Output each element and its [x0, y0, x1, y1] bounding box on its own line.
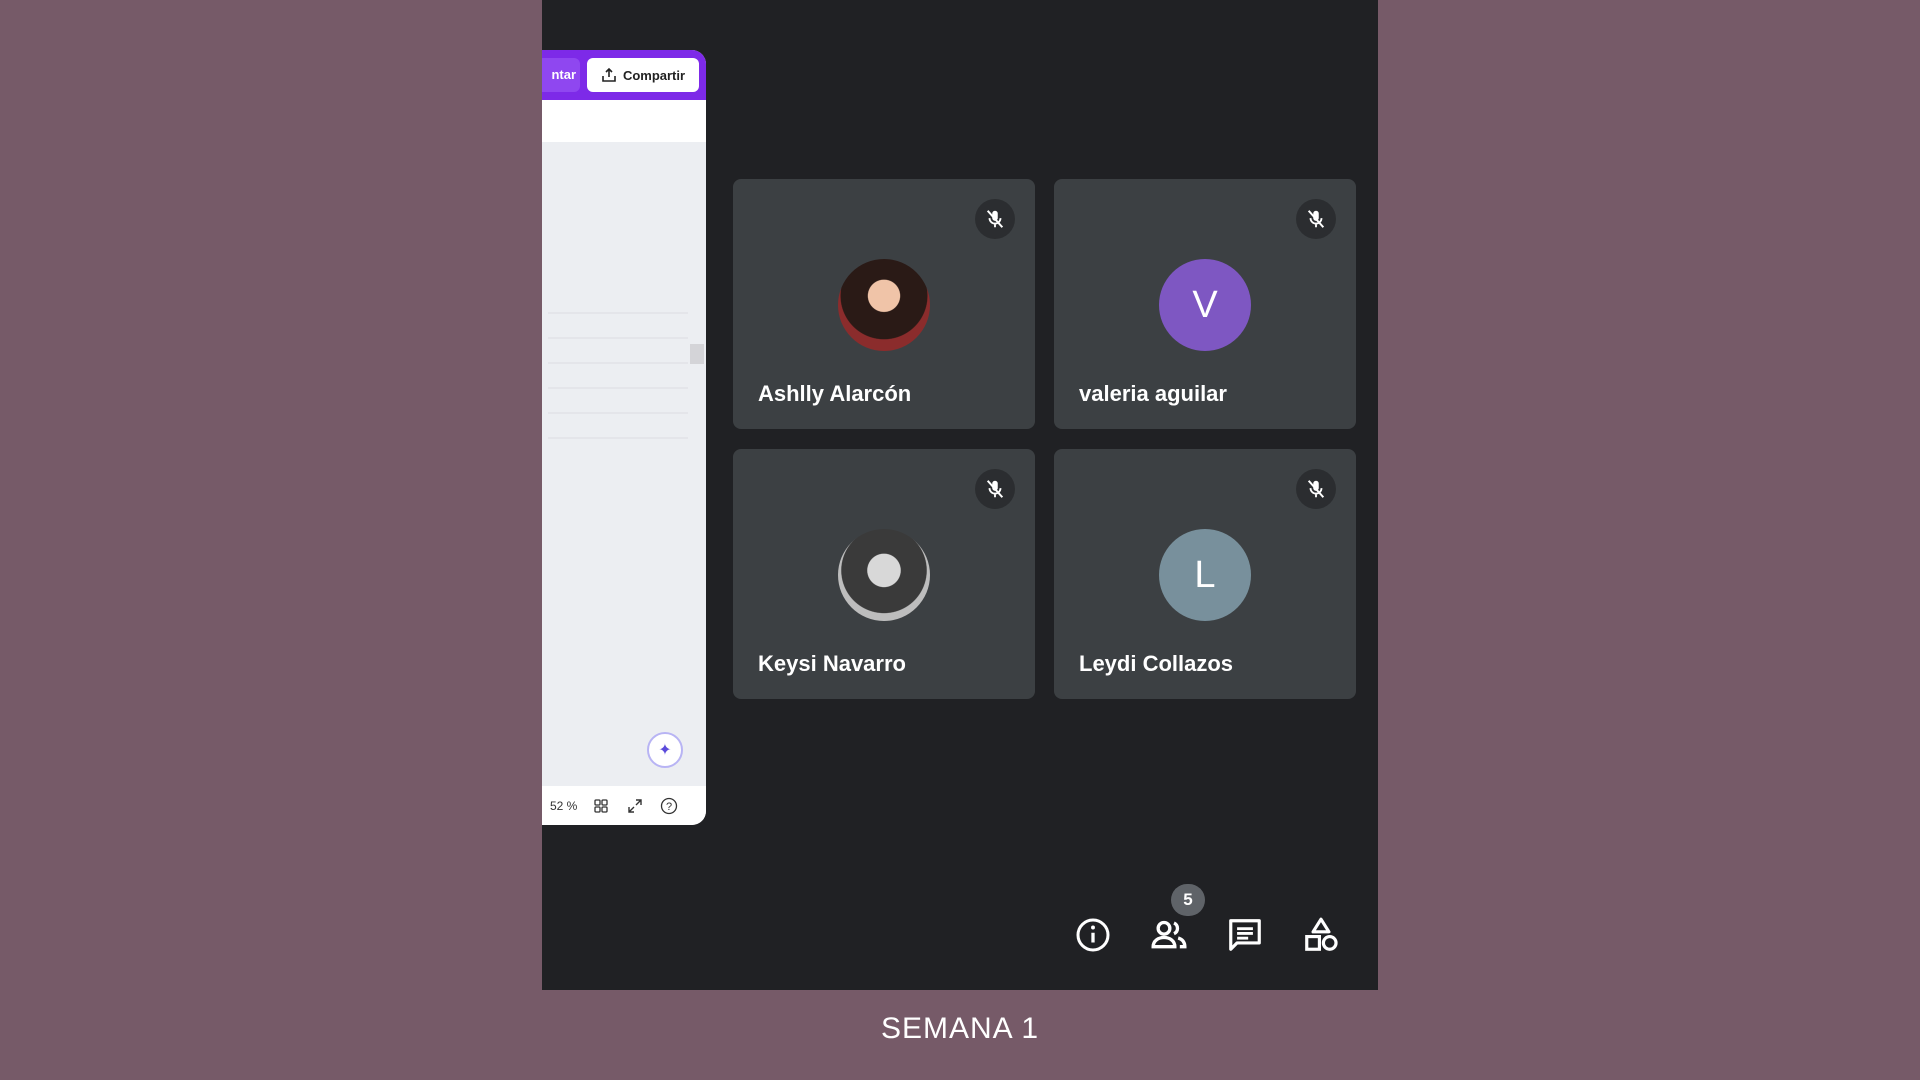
share-button-label: Compartir — [622, 67, 686, 83]
magic-assistant-button[interactable]: ✦ — [647, 732, 683, 768]
scrollbar-thumb[interactable] — [690, 344, 704, 364]
participant-tile[interactable]: L Leydi Collazos — [1054, 449, 1356, 699]
participant-name: valeria aguilar — [1079, 381, 1227, 406]
info-icon[interactable] — [1068, 910, 1118, 960]
faint-line — [548, 312, 688, 314]
grid-view-icon[interactable] — [591, 796, 611, 816]
participant-name: Ashlly Alarcón — [758, 381, 912, 406]
avatar-initial: V — [1192, 283, 1218, 326]
people-icon[interactable] — [1144, 910, 1194, 960]
share-button[interactable]: Compartir — [587, 58, 699, 92]
avatar: V — [1159, 259, 1251, 351]
shared-subbar — [542, 100, 706, 142]
participant-tile[interactable]: Ashlly Alarcón — [733, 179, 1035, 429]
share-upload-icon — [602, 67, 616, 82]
present-button[interactable]: ntar — [542, 58, 580, 92]
mic-off-icon — [975, 199, 1015, 239]
participant-tile[interactable]: V valeria aguilar — [1054, 179, 1356, 429]
shared-screen: ntar Compartir ✦ 52 % ? — [542, 50, 706, 825]
svg-text:?: ? — [666, 801, 672, 813]
faint-line — [548, 437, 688, 439]
faint-line — [548, 412, 688, 414]
shared-canvas — [542, 142, 706, 786]
mic-off-icon — [1296, 469, 1336, 509]
mic-off-icon — [1296, 199, 1336, 239]
faint-line — [548, 387, 688, 389]
mic-off-icon — [975, 469, 1015, 509]
meeting-window: ntar Compartir ✦ 52 % ? Ashlly Alarcón V… — [542, 0, 1378, 990]
zoom-level[interactable]: 52 % — [550, 799, 577, 813]
activities-icon[interactable] — [1296, 910, 1346, 960]
avatar — [838, 529, 930, 621]
fullscreen-icon[interactable] — [625, 796, 645, 816]
avatar-initial: L — [1194, 553, 1216, 596]
avatar: L — [1159, 529, 1251, 621]
shared-footer: 52 % ? — [542, 786, 706, 825]
help-icon[interactable]: ? — [659, 796, 679, 816]
caption-text: SEMANA 1 — [880, 1012, 1040, 1045]
participant-name: Leydi Collazos — [1079, 651, 1234, 676]
shared-toolbar: ntar Compartir — [542, 50, 706, 100]
participant-name: Keysi Navarro — [758, 651, 906, 676]
chat-icon[interactable] — [1220, 910, 1270, 960]
avatar — [838, 259, 930, 351]
participant-tile[interactable]: Keysi Navarro — [733, 449, 1035, 699]
sparkle-icon: ✦ — [658, 742, 672, 759]
faint-line — [548, 362, 688, 364]
faint-line — [548, 337, 688, 339]
